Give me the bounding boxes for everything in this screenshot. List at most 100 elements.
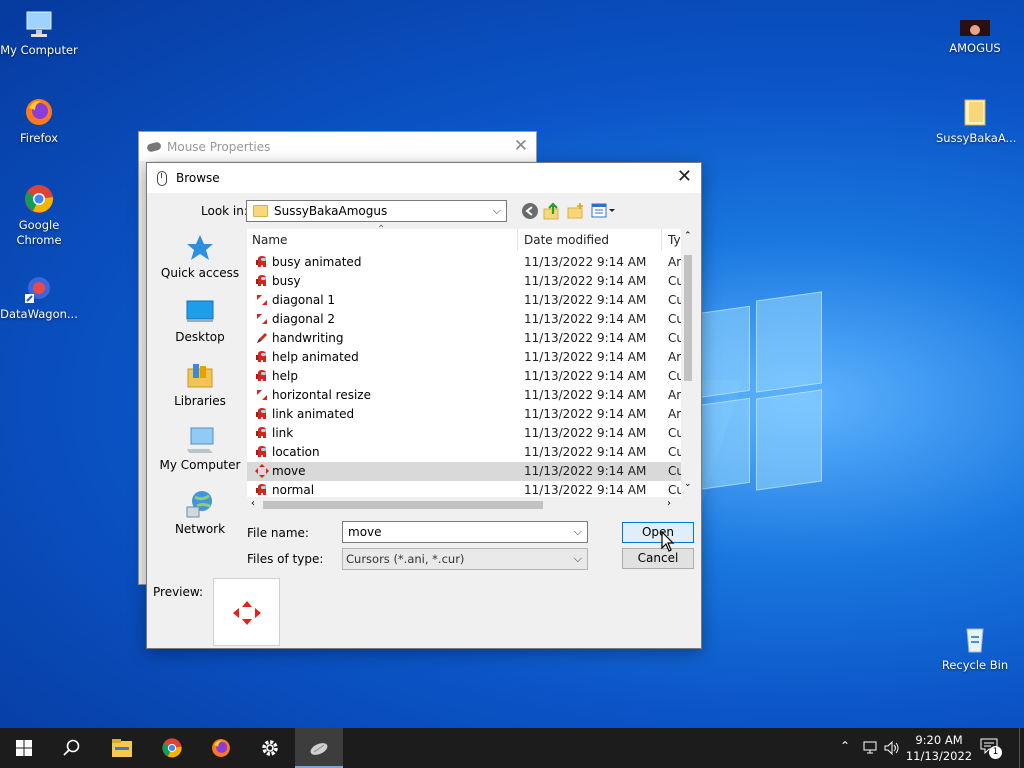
desktop-icon-sussybakaamogus-folder[interactable]: SussyBakaA... [936,96,1016,146]
taskbar-settings[interactable] [246,728,294,768]
show-desktop-button[interactable] [1019,728,1024,768]
mouse-properties-titlebar[interactable]: Mouse Properties [139,132,536,161]
look-in-label: Look in: [201,204,248,218]
file-row-move[interactable]: move 11/13/2022 9:14 AM Cu [247,462,683,481]
file-name-label: File name: [247,526,309,540]
desktop-icon-datawagon[interactable]: DataWagon... [0,272,78,322]
new-folder-button[interactable] [567,202,585,220]
browse-titlebar[interactable]: Browse ✕ [147,163,701,193]
file-row-busy-animated[interactable]: busy animated 11/13/2022 9:14 AM Ar [247,253,683,272]
file-type: Ar [668,407,682,421]
cursor-file-icon [255,369,269,383]
file-row-link-animated[interactable]: link animated 11/13/2022 9:14 AM Ar [247,405,683,424]
clock[interactable]: 9:20 AM 11/13/2022 [904,732,974,764]
network-icon[interactable] [863,741,879,755]
desktop-icon-recycle-bin[interactable]: Recycle Bin [936,623,1014,673]
desktop-icon-google-chrome[interactable]: Google Chrome [0,183,78,248]
files-of-type-dropdown[interactable]: Cursors (*.ani, *.cur) ⌵ [342,548,588,570]
file-name: horizontal resize [272,388,371,402]
file-name: busy animated [272,255,362,269]
file-name-value: move [348,525,382,539]
column-header-name[interactable]: Name [252,233,287,247]
amogus-image-icon [959,18,991,38]
taskbar-mouse-properties[interactable] [295,728,343,768]
file-row-normal[interactable]: normal 11/13/2022 9:14 AM Cu [247,481,683,497]
place-desktop[interactable]: Desktop [155,297,245,357]
file-list-header: Name ⌃ Date modified Ty [247,224,683,251]
taskbar-firefox[interactable] [197,728,245,768]
file-type: Cu [668,293,682,307]
file-row-diagonal-2[interactable]: diagonal 2 11/13/2022 9:14 AM Cu [247,310,683,329]
cursor-file-icon [255,388,269,402]
file-name: diagonal 2 [272,312,336,326]
file-row-location[interactable]: location 11/13/2022 9:14 AM Cu [247,443,683,462]
file-row-link[interactable]: link 11/13/2022 9:14 AM Cu [247,424,683,443]
chevron-down-icon: ⌵ [492,204,501,217]
vertical-scroll-thumb[interactable] [684,255,692,381]
cancel-button[interactable]: Cancel [622,548,694,569]
place-quick-access[interactable]: Quick access [155,233,245,293]
chevron-up-icon[interactable]: ⌃ [840,739,850,753]
horizontal-scroll-thumb[interactable] [263,501,543,509]
file-date: 11/13/2022 9:14 AM [524,464,647,478]
look-in-dropdown[interactable]: SussyBakaAmogus ⌵ [246,200,507,222]
scroll-right-icon[interactable]: › [667,498,671,509]
file-name: busy [272,274,301,288]
file-list[interactable]: Name ⌃ Date modified Ty busy animated 11/… [247,224,695,513]
view-menu-icon [591,203,615,218]
place-network[interactable]: Network [155,489,245,549]
file-date: 11/13/2022 9:14 AM [524,331,647,345]
search-button[interactable] [48,728,96,768]
firefox-icon [212,739,230,757]
file-row-help-animated[interactable]: help animated 11/13/2022 9:14 AM Ar [247,348,683,367]
libraries-icon [185,361,215,391]
file-row-diagonal-1[interactable]: diagonal 1 11/13/2022 9:14 AM Cu [247,291,683,310]
open-button[interactable]: Open [622,522,694,543]
up-folder-button[interactable] [543,202,561,220]
start-button[interactable] [0,728,48,768]
file-name-input[interactable]: move ⌵ [342,521,588,543]
scroll-up-icon[interactable]: ⌃ [684,231,692,241]
taskbar-file-explorer[interactable] [98,728,146,768]
close-icon[interactable]: ✕ [514,136,528,156]
desktop-icon-my-computer[interactable]: My Computer [0,8,78,58]
file-name: link animated [272,407,355,421]
file-row-help[interactable]: help 11/13/2022 9:14 AM Cu [247,367,683,386]
column-header-type[interactable]: Ty [668,233,681,247]
file-type: Cu [668,312,682,326]
chevron-down-icon[interactable]: ⌵ [574,525,582,539]
mouse-pointer-icon [661,531,675,552]
close-icon[interactable]: ✕ [677,166,692,187]
cursor-file-icon [255,312,269,326]
file-row-horizontal-resize[interactable]: horizontal resize 11/13/2022 9:14 AM Ar [247,386,683,405]
files-of-type-value: Cursors (*.ani, *.cur) [346,552,465,566]
vertical-scrollbar[interactable]: ⌃ ⌄ [681,229,695,497]
sort-up-icon: ⌃ [377,224,386,235]
file-row-handwriting[interactable]: handwriting 11/13/2022 9:14 AM Cu [247,329,683,348]
view-menu-button[interactable] [591,202,617,220]
file-date: 11/13/2022 9:14 AM [524,255,647,269]
cursor-file-icon [255,255,269,269]
file-date: 11/13/2022 9:14 AM [524,293,647,307]
scroll-down-icon[interactable]: ⌄ [684,479,692,489]
file-row-busy[interactable]: busy 11/13/2022 9:14 AM Cu [247,272,683,291]
back-button[interactable] [521,202,539,220]
chevron-down-icon: ⌵ [573,552,582,565]
desktop-icon-amogus[interactable]: AMOGUS [936,18,1014,56]
folder-icon [253,205,268,217]
notification-center-button[interactable]: 1 [980,738,1004,760]
scroll-left-icon[interactable]: ‹ [251,498,255,509]
cursor-file-icon [255,464,269,478]
volume-icon[interactable] [884,741,900,755]
horizontal-scrollbar[interactable]: ‹ › [247,497,695,513]
places-bar: Quick access Desktop Libraries My Comput… [155,229,245,549]
column-header-date[interactable]: Date modified [524,233,609,247]
desktop-icon-firefox[interactable]: Firefox [0,96,78,146]
place-libraries[interactable]: Libraries [155,361,245,421]
file-date: 11/13/2022 9:14 AM [524,445,647,459]
file-name: help animated [272,350,359,364]
move-cursor-icon [233,601,261,625]
place-my-computer[interactable]: My Computer [155,425,245,485]
cursor-file-icon [255,350,269,364]
taskbar-chrome[interactable] [148,728,196,768]
